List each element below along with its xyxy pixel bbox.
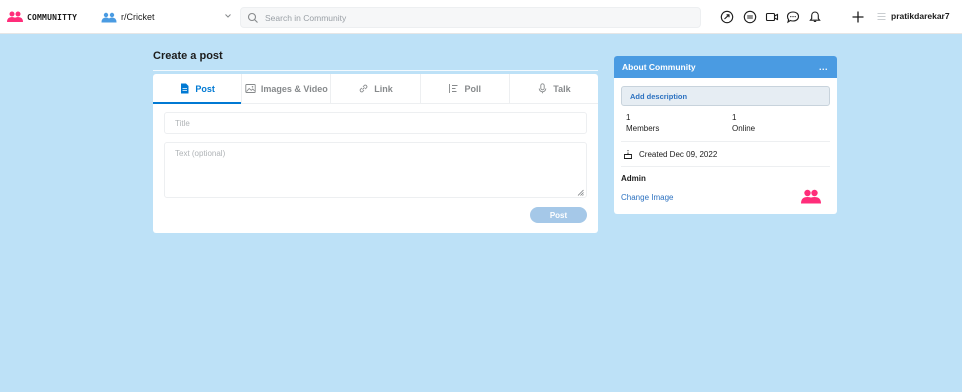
post-type-tabs: Post Images & Video Link Poll Talk bbox=[153, 74, 598, 104]
created-date-text: Created Dec 09, 2022 bbox=[639, 149, 718, 159]
tab-link-label: Link bbox=[374, 83, 393, 94]
community-logo-icon bbox=[7, 11, 23, 22]
poll-icon bbox=[449, 84, 458, 93]
community-icon bbox=[101, 12, 117, 22]
community-selector[interactable]: r/Cricket bbox=[101, 10, 155, 24]
cake-icon bbox=[624, 150, 632, 159]
heading-divider bbox=[153, 70, 598, 71]
divider bbox=[621, 141, 830, 142]
tab-post-label: Post bbox=[195, 83, 215, 94]
post-icon bbox=[181, 83, 189, 94]
change-image-link[interactable]: Change Image bbox=[621, 193, 673, 202]
created-date: Created Dec 09, 2022 bbox=[623, 149, 717, 159]
online-count: 1 bbox=[732, 113, 737, 122]
divider bbox=[621, 166, 830, 167]
tab-images-video[interactable]: Images & Video bbox=[242, 74, 332, 103]
image-icon bbox=[245, 84, 256, 93]
username[interactable]: pratikdarekar7 bbox=[891, 11, 950, 21]
search-icon bbox=[247, 12, 258, 23]
mic-icon bbox=[538, 83, 547, 94]
top-navbar: COMMUNITTY r/Cricket Search in Community… bbox=[0, 0, 962, 34]
text-input[interactable] bbox=[164, 142, 587, 198]
tab-images-video-label: Images & Video bbox=[260, 83, 328, 94]
search-bar[interactable] bbox=[240, 7, 701, 28]
popular-icon[interactable] bbox=[720, 10, 734, 24]
more-options-icon[interactable]: ... bbox=[819, 62, 828, 72]
community-avatar-icon[interactable] bbox=[800, 189, 822, 204]
tab-post[interactable]: Post bbox=[153, 74, 243, 104]
brand-logo[interactable]: COMMUNITTY bbox=[6, 10, 77, 24]
tab-talk-label: Talk bbox=[553, 83, 571, 94]
chat-icon[interactable] bbox=[786, 10, 800, 24]
admin-label: Admin bbox=[621, 174, 646, 183]
title-input[interactable] bbox=[164, 112, 587, 134]
brand-name: COMMUNITTY bbox=[27, 12, 78, 22]
members-stat: 1 Members bbox=[626, 112, 659, 134]
plus-icon[interactable] bbox=[851, 10, 865, 24]
create-post-heading: Create a post bbox=[153, 50, 223, 62]
add-description-button[interactable]: Add description bbox=[621, 86, 830, 106]
create-post-card: Post Images & Video Link Poll Talk Title… bbox=[153, 74, 598, 233]
video-icon[interactable] bbox=[765, 10, 779, 24]
tab-link[interactable]: Link bbox=[331, 74, 421, 103]
menu-icon[interactable] bbox=[877, 12, 886, 21]
search-input[interactable] bbox=[265, 12, 685, 23]
chevron-down-icon[interactable] bbox=[223, 11, 233, 21]
tab-talk[interactable]: Talk bbox=[510, 74, 598, 103]
coins-icon[interactable] bbox=[743, 10, 757, 24]
about-header: About Community ... bbox=[614, 56, 837, 78]
online-label: Online bbox=[732, 124, 756, 133]
link-icon bbox=[359, 84, 368, 93]
community-name: r/Cricket bbox=[121, 12, 155, 22]
tab-poll[interactable]: Poll bbox=[421, 74, 510, 103]
about-community-card: About Community ... Add description 1 Me… bbox=[614, 56, 837, 214]
tab-poll-label: Poll bbox=[464, 83, 481, 94]
bell-icon[interactable] bbox=[808, 10, 822, 24]
about-heading: About Community bbox=[622, 62, 696, 72]
members-count: 1 bbox=[626, 113, 631, 122]
resize-grip-icon[interactable] bbox=[577, 189, 584, 196]
members-label: Members bbox=[626, 124, 660, 133]
post-button[interactable]: Post bbox=[530, 207, 587, 223]
online-stat: 1 Online bbox=[732, 112, 755, 134]
